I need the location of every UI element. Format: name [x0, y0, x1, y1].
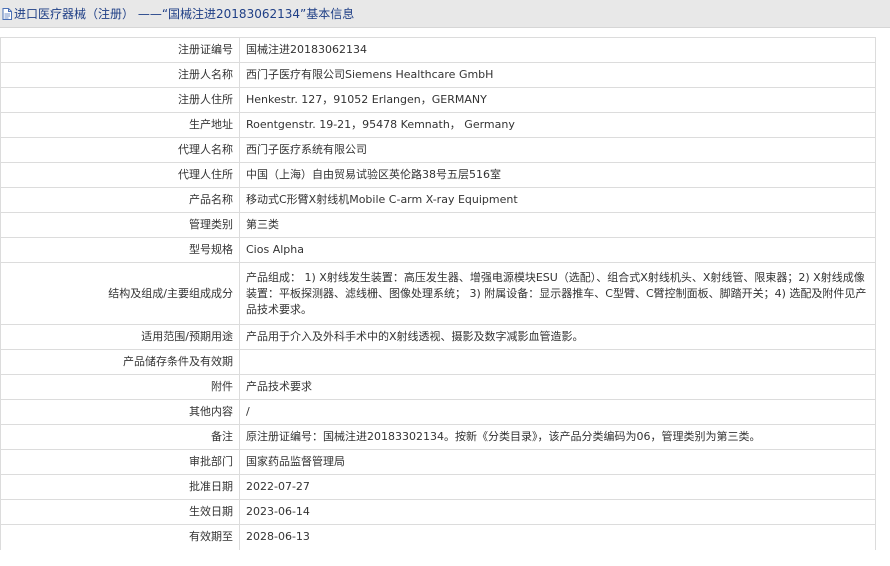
table-row: 管理类别 第三类 — [0, 212, 876, 238]
field-value: 移动式C形臂X射线机Mobile C-arm X-ray Equipment — [239, 187, 876, 213]
field-label: 型号规格 — [0, 237, 240, 263]
table-row: 注册人名称 西门子医疗有限公司Siemens Healthcare GmbH — [0, 62, 876, 88]
field-value: Roentgenstr. 19-21，95478 Kemnath， German… — [239, 112, 876, 138]
field-label: 附件 — [0, 374, 240, 400]
field-value: 2023-06-14 — [239, 499, 876, 525]
field-value: 第三类 — [239, 212, 876, 238]
field-value: 2022-07-27 — [239, 474, 876, 500]
field-label: 代理人住所 — [0, 162, 240, 188]
table-row: 产品名称 移动式C形臂X射线机Mobile C-arm X-ray Equipm… — [0, 187, 876, 213]
table-row: 注册人住所 Henkestr. 127，91052 Erlangen，GERMA… — [0, 87, 876, 113]
field-value: 西门子医疗系统有限公司 — [239, 137, 876, 163]
field-value: 西门子医疗有限公司Siemens Healthcare GmbH — [239, 62, 876, 88]
field-value: 原注册证编号：国械注进20183302134。按新《分类目录》，该产品分类编码为… — [239, 424, 876, 450]
field-label: 注册证编号 — [0, 37, 240, 63]
field-value: 国械注进20183062134 — [239, 37, 876, 63]
table-row: 生效日期 2023-06-14 — [0, 499, 876, 525]
field-label: 管理类别 — [0, 212, 240, 238]
table-row: 附件 产品技术要求 — [0, 374, 876, 400]
field-value: Cios Alpha — [239, 237, 876, 263]
field-label: 注册人住所 — [0, 87, 240, 113]
table-row: 生产地址 Roentgenstr. 19-21，95478 Kemnath， G… — [0, 112, 876, 138]
field-label: 有效期至 — [0, 524, 240, 550]
field-value: 国家药品监督管理局 — [239, 449, 876, 475]
table-row: 备注 原注册证编号：国械注进20183302134。按新《分类目录》，该产品分类… — [0, 424, 876, 450]
field-label: 生效日期 — [0, 499, 240, 525]
field-value: 中国（上海）自由贸易试验区英伦路38号五层516室 — [239, 162, 876, 188]
page-header: 进口医疗器械（注册） ——“国械注进20183062134”基本信息 — [0, 0, 890, 28]
field-value: 产品组成： 1) X射线发生装置：高压发生器、增强电源模块ESU（选配）、组合式… — [239, 262, 876, 325]
table-row: 适用范围/预期用途 产品用于介入及外科手术中的X射线透视、摄影及数字减影血管造影… — [0, 324, 876, 350]
field-label: 适用范围/预期用途 — [0, 324, 240, 350]
table-row: 有效期至 2028-06-13 — [0, 524, 876, 550]
field-label: 批准日期 — [0, 474, 240, 500]
table-row: 产品储存条件及有效期 — [0, 349, 876, 375]
table-row: 代理人名称 西门子医疗系统有限公司 — [0, 137, 876, 163]
table-row: 其他内容 / — [0, 399, 876, 425]
field-label: 产品储存条件及有效期 — [0, 349, 240, 375]
field-label: 产品名称 — [0, 187, 240, 213]
field-value: 2028-06-13 — [239, 524, 876, 550]
field-value — [239, 349, 876, 375]
field-value: 产品用于介入及外科手术中的X射线透视、摄影及数字减影血管造影。 — [239, 324, 876, 350]
table-row: 批准日期 2022-07-27 — [0, 474, 876, 500]
detail-table: 注册证编号 国械注进20183062134 注册人名称 西门子医疗有限公司Sie… — [0, 37, 876, 550]
field-label: 备注 — [0, 424, 240, 450]
document-icon — [2, 7, 12, 20]
table-row: 审批部门 国家药品监督管理局 — [0, 449, 876, 475]
field-value: 产品技术要求 — [239, 374, 876, 400]
field-label: 其他内容 — [0, 399, 240, 425]
table-row: 代理人住所 中国（上海）自由贸易试验区英伦路38号五层516室 — [0, 162, 876, 188]
table-row: 型号规格 Cios Alpha — [0, 237, 876, 263]
field-label: 审批部门 — [0, 449, 240, 475]
table-row: 结构及组成/主要组成成分 产品组成： 1) X射线发生装置：高压发生器、增强电源… — [0, 262, 876, 325]
field-label: 生产地址 — [0, 112, 240, 138]
field-value: Henkestr. 127，91052 Erlangen，GERMANY — [239, 87, 876, 113]
field-label: 代理人名称 — [0, 137, 240, 163]
page-title: 进口医疗器械（注册） ——“国械注进20183062134”基本信息 — [14, 7, 355, 21]
table-row: 注册证编号 国械注进20183062134 — [0, 37, 876, 63]
field-label: 结构及组成/主要组成成分 — [0, 262, 240, 325]
field-label: 注册人名称 — [0, 62, 240, 88]
field-value: / — [239, 399, 876, 425]
